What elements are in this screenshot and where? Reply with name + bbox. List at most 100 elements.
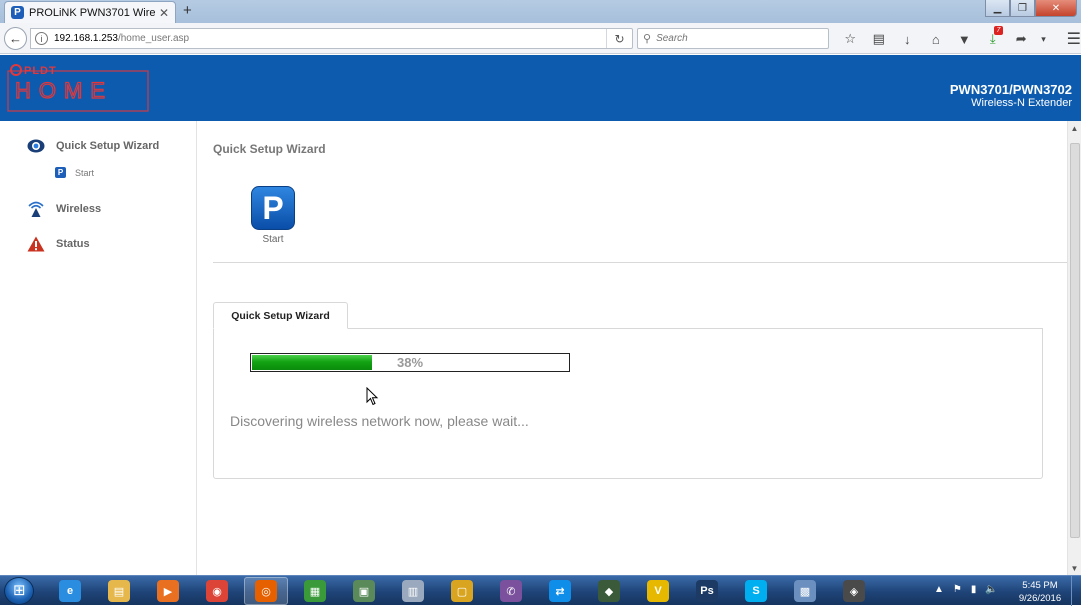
teamviewer-icon: ⇄ <box>549 580 571 602</box>
clock-time: 5:45 PM <box>1015 579 1065 592</box>
bookmark-star-icon[interactable]: ☆ <box>836 29 865 49</box>
taskbar-app-chrome[interactable]: ◉ <box>195 577 239 605</box>
main-content: Quick Setup Wizard P Start Quick Setup W… <box>198 121 1067 575</box>
taskbar-app-remote-app[interactable]: ◈ <box>832 577 876 605</box>
taskbar-app-teamviewer[interactable]: ⇄ <box>538 577 582 605</box>
url-host: 192.168.1.253 <box>54 33 118 44</box>
taskbar-app-firefox[interactable]: ◎ <box>244 577 288 605</box>
page-scrollbar[interactable]: ▲ ▼ <box>1067 121 1081 575</box>
sidebar-item-status[interactable]: Status <box>27 236 90 252</box>
minimize-button[interactable]: ▁ <box>985 0 1010 17</box>
taskbar-app-network-settings[interactable]: ▩ <box>783 577 827 605</box>
scrollbar-thumb[interactable] <box>1070 143 1080 538</box>
send-icon[interactable]: ➦ <box>1007 29 1036 49</box>
taskbar-app-media-player[interactable]: ▶ <box>146 577 190 605</box>
logo-top-text: PLDT <box>24 65 57 77</box>
taskbar-app-network-app[interactable]: ▦ <box>293 577 337 605</box>
tab-close-icon[interactable]: ✕ <box>159 6 169 20</box>
taskbar-app-file-explorer[interactable]: ▤ <box>97 577 141 605</box>
url-bar[interactable]: i 192.168.1.253 /home_user.asp ↻ <box>30 28 633 49</box>
sidebar-item-wireless[interactable]: Wireless <box>27 200 101 218</box>
volume-icon[interactable]: 🔈 <box>985 584 997 595</box>
product-brand: PWN3701/PWN3702 Wireless-N Extender <box>950 82 1072 110</box>
prolink-favicon-icon: P <box>11 6 24 19</box>
action-center-flag-icon[interactable]: ⚑ <box>953 584 962 595</box>
reload-icon[interactable]: ↻ <box>606 29 632 48</box>
page-header: PLDT HOME PWN3701/PWN3702 Wireless-N Ext… <box>0 55 1081 121</box>
menu-icon[interactable]: ☰ <box>1060 29 1081 49</box>
browser-toolbar: ☆ ▤ ↓ ⌂ ▼ ⤓7 ➦ ▾ ☰ <box>836 29 1081 49</box>
progress-percent: 38% <box>251 355 569 370</box>
status-message: Discovering wireless network now, please… <box>230 413 529 429</box>
internet-explorer-icon: e <box>59 580 81 602</box>
mouse-cursor-icon <box>366 387 380 407</box>
windows-taskbar: e ▤ ▶ ◉ ◎ ▦ ▣ ▥ ▢ ✆ ⇄ ◆ V Ps S ▩◈ ▲ ⚑ ▮ 🔈 5:45 PM 9/26/… <box>0 575 1081 605</box>
taskbar-app-internet-explorer[interactable]: e <box>48 577 92 605</box>
pocket-icon[interactable]: ▼ <box>950 29 979 49</box>
sidebar: Quick Setup Wizard P Start Wireless Stat… <box>0 121 197 575</box>
tray-expand-icon[interactable]: ▲ <box>934 584 944 595</box>
sidebar-subitem-label: Start <box>75 168 94 178</box>
control-panel-icon: ▣ <box>353 580 375 602</box>
pldt-home-logo: PLDT HOME <box>7 63 149 113</box>
scroll-down-icon[interactable]: ▼ <box>1068 561 1081 575</box>
back-arrow-icon: ← <box>9 31 22 46</box>
start-button[interactable] <box>4 577 34 605</box>
page-title: Quick Setup Wizard <box>213 142 326 156</box>
network-signal-icon[interactable]: ▮ <box>971 584 977 595</box>
maximize-button[interactable]: ❐ <box>1010 0 1035 17</box>
show-desktop-button[interactable] <box>1071 576 1081 606</box>
browser-nav-bar: ← i 192.168.1.253 /home_user.asp ↻ ⚲ ☆ ▤… <box>0 23 1081 54</box>
viber-icon: ✆ <box>500 580 522 602</box>
sidebar-item-quick-setup-wizard[interactable]: Quick Setup Wizard <box>27 138 159 154</box>
taskbar-app-viber[interactable]: ✆ <box>489 577 533 605</box>
product-subtitle: Wireless-N Extender <box>950 97 1072 110</box>
wireless-tower-icon <box>27 200 45 218</box>
start-label: Start <box>251 234 295 245</box>
media-player-icon: ▶ <box>157 580 179 602</box>
product-model: PWN3701/PWN3702 <box>950 82 1072 97</box>
start-p-icon[interactable]: P <box>251 186 295 230</box>
taskbar-app-game-app[interactable]: ◆ <box>587 577 631 605</box>
taskbar-app-calculator[interactable]: ▥ <box>391 577 435 605</box>
extension-icon[interactable]: ⤓7 <box>979 29 1008 49</box>
firefox-icon: ◎ <box>255 580 277 602</box>
download-icon[interactable]: ↓ <box>893 29 922 49</box>
taskbar-app-skype[interactable]: S <box>734 577 778 605</box>
chrome-icon: ◉ <box>206 580 228 602</box>
browser-tab[interactable]: P PROLiNK PWN3701 Wireles... ✕ <box>4 1 176 23</box>
taskbar-clock[interactable]: 5:45 PM 9/26/2016 <box>1015 579 1065 605</box>
system-tray: ▲ ⚑ ▮ 🔈 <box>934 584 1007 595</box>
site-info-icon[interactable]: i <box>35 32 48 45</box>
skype-icon: S <box>745 580 767 602</box>
dropdown-icon[interactable]: ▾ <box>1036 29 1052 49</box>
new-tab-button[interactable]: + <box>183 2 192 19</box>
search-bar[interactable]: ⚲ <box>637 28 829 49</box>
tab-quick-setup-wizard[interactable]: Quick Setup Wizard <box>213 302 348 329</box>
window-close-button[interactable]: ✕ <box>1035 0 1077 17</box>
scroll-up-icon[interactable]: ▲ <box>1068 121 1081 135</box>
sidebar-subitem-start[interactable]: P Start <box>55 167 94 178</box>
file-explorer-icon: ▤ <box>108 580 130 602</box>
progress-bar: 38% <box>250 353 570 372</box>
notification-badge: 7 <box>994 26 1003 35</box>
network-app-icon: ▦ <box>304 580 326 602</box>
back-button[interactable]: ← <box>4 27 27 50</box>
search-icon: ⚲ <box>643 32 651 45</box>
sidebar-item-label: Wireless <box>56 203 101 215</box>
vectorize-app-icon: V <box>647 580 669 602</box>
search-input[interactable] <box>656 33 816 44</box>
sidebar-item-label: Quick Setup Wizard <box>56 140 159 152</box>
calculator-icon: ▥ <box>402 580 424 602</box>
reading-list-icon[interactable]: ▤ <box>865 29 894 49</box>
url-path: /home_user.asp <box>118 33 189 44</box>
tab-title: PROLiNK PWN3701 Wireles... <box>29 7 155 19</box>
start-tile[interactable]: P Start <box>251 186 295 245</box>
taskbar-app-sticky-app[interactable]: ▢ <box>440 577 484 605</box>
taskbar-app-control-panel[interactable]: ▣ <box>342 577 386 605</box>
home-icon[interactable]: ⌂ <box>922 29 951 49</box>
taskbar-app-vectorize-app[interactable]: V <box>636 577 680 605</box>
taskbar-app-photoshop[interactable]: Ps <box>685 577 729 605</box>
wizard-panel: 38% Discovering wireless network now, pl… <box>213 328 1043 479</box>
sidebar-item-label: Status <box>56 238 90 250</box>
